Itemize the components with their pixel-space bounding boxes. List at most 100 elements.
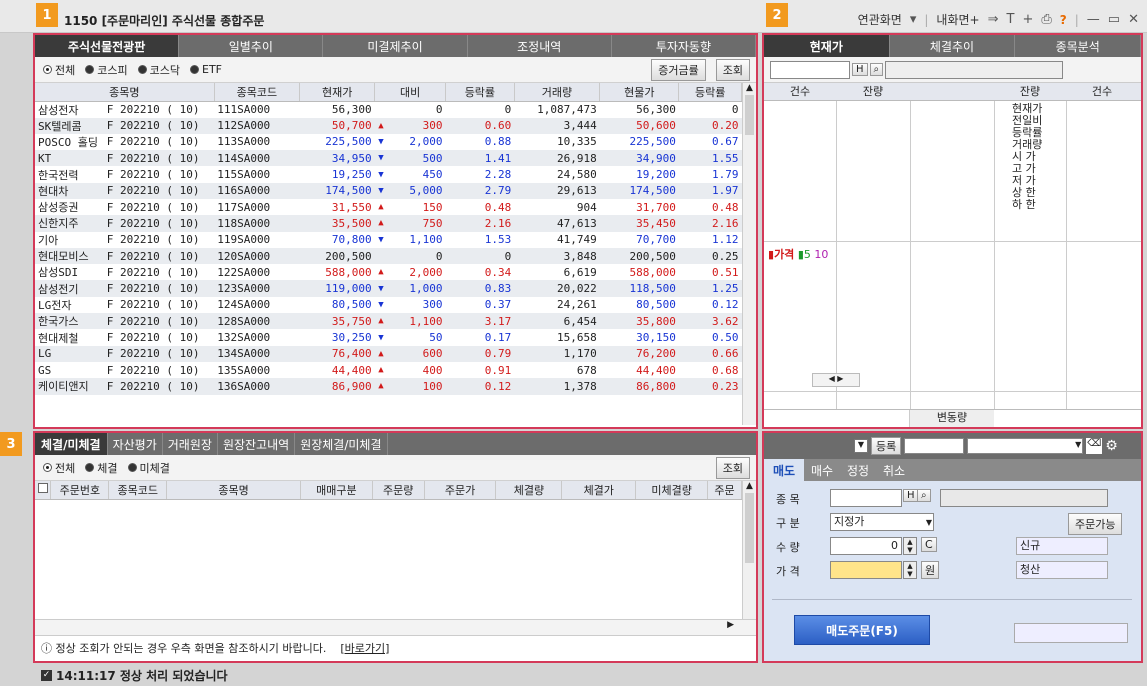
col-header[interactable]: 등락률 <box>445 83 515 102</box>
eraser-icon[interactable]: ⌫ <box>1086 438 1103 454</box>
scroll-up-icon[interactable]: ▲ <box>743 83 756 93</box>
col-header[interactable]: 종목코드 <box>108 481 168 500</box>
radio-all[interactable]: 전체 <box>43 62 75 78</box>
register-button[interactable]: 등록 <box>871 437 902 455</box>
share-icon[interactable]: ⇒ <box>988 12 999 27</box>
stock-code-input[interactable] <box>770 60 850 79</box>
radio-unexecuted[interactable]: 미체결 <box>127 460 170 476</box>
tab-futures-board[interactable]: 주식선물전광판 <box>35 35 180 57</box>
table-row[interactable]: POSCO 홀딩 F 202210 ( 10) 113SA000 225,500 ▼ 2,… <box>35 134 742 150</box>
col-header[interactable]: 주문 <box>707 481 742 500</box>
table-row[interactable]: SK텔레콤 F 202210 ( 10) 112SA000 50,700 ▲ 300 0.6… <box>35 117 742 134</box>
margin-rate-button[interactable]: 증거금률 <box>651 58 706 81</box>
col-header[interactable]: 주문번호 <box>50 481 110 500</box>
tab-adjustments[interactable]: 조정내역 <box>468 35 612 57</box>
col-header[interactable]: 등락률 <box>678 83 742 102</box>
related-screen-menu[interactable]: 연관화면 <box>858 11 902 28</box>
close-icon[interactable]: ✕ <box>1128 12 1139 27</box>
maximize-icon[interactable]: ▭ <box>1108 12 1120 27</box>
col-header[interactable]: 미체결량 <box>635 481 709 500</box>
table-row[interactable]: 현대제철 F 202210 ( 10) 132SA000 30,250 ▼ 50 0.17 1… <box>35 329 742 345</box>
query-button[interactable]: 조회 <box>715 58 750 81</box>
h-scroll-arrows[interactable]: ◀ ▶ <box>812 373 860 387</box>
tab-modify[interactable]: 정정 <box>840 459 876 481</box>
my-screen-button[interactable]: 내화면+ <box>936 11 979 28</box>
table-row[interactable]: GS F 202210 ( 10) 135SA000 44,400 ▲ 400 0.91 67… <box>35 362 742 378</box>
radio-executed[interactable]: 체결 <box>85 460 118 476</box>
table-row[interactable]: 삼성전자 F 202210 ( 10) 111SA000 56,300 0 0 1,087,… <box>35 101 742 118</box>
radio-etf[interactable]: ETF <box>190 63 222 76</box>
help-icon[interactable]: ? <box>1060 13 1067 27</box>
col-header[interactable]: 현물가 <box>599 83 680 102</box>
col-header[interactable]: 종목코드 <box>214 83 301 102</box>
table-row[interactable]: 신한지주 F 202210 ( 10) 118SA000 35,500 ▲ 750 2.16… <box>35 215 742 232</box>
order-stock-input[interactable] <box>830 489 902 507</box>
tab-ledger-balance[interactable]: 원장잔고내역 <box>218 433 296 455</box>
font-icon[interactable]: T <box>1007 12 1015 27</box>
order-available-button[interactable]: 주문가능 <box>1068 513 1123 535</box>
tab-current-price[interactable]: 현재가 <box>764 35 890 57</box>
col-header[interactable]: 현재가 <box>299 83 376 102</box>
price-stepper[interactable]: ▲ ▼ <box>903 561 917 579</box>
table-row[interactable]: 케이티앤지 F 202210 ( 10) 136SA000 86,900 ▲ 100 0.1… <box>35 378 742 395</box>
col-header[interactable]: 체결량 <box>495 481 563 500</box>
quantity-input[interactable]: 0 <box>830 537 902 555</box>
col-header[interactable]: 체결가 <box>561 481 637 500</box>
h-scrollbar[interactable]: ▶ <box>35 619 756 635</box>
search-icon[interactable]: ⌕ <box>917 489 931 502</box>
qty-c-button[interactable]: C <box>921 537 937 552</box>
tab-cancel[interactable]: 취소 <box>876 459 912 481</box>
table-row[interactable]: KT F 202210 ( 10) 114SA000 34,950 ▼ 500 1.41 26… <box>35 150 742 167</box>
tab-daily-trend[interactable]: 일별추이 <box>179 35 324 57</box>
select-all-checkbox[interactable] <box>35 481 52 500</box>
tab-asset-eval[interactable]: 자산평가 <box>108 433 163 455</box>
tab-trade-trend[interactable]: 체결추이 <box>890 35 1016 57</box>
hq-button[interactable]: H <box>852 63 868 76</box>
p3-scrollbar[interactable]: ▲ <box>742 481 756 619</box>
sell-order-button[interactable]: 매도주문(F5) <box>794 615 930 645</box>
table-row[interactable]: LG F 202210 ( 10) 134SA000 76,400 ▲ 600 0.79 1,… <box>35 345 742 362</box>
price-unit-button[interactable]: 원 <box>921 561 940 579</box>
scroll-thumb[interactable] <box>745 95 754 135</box>
search-icon[interactable]: ⌕ <box>869 63 884 76</box>
col-header[interactable]: 매매구분 <box>300 481 373 500</box>
tab-buy[interactable]: 매수 <box>804 459 840 481</box>
tab-ledger-executions[interactable]: 원장체결/미체결 <box>295 433 388 455</box>
minimize-icon[interactable]: — <box>1087 12 1100 27</box>
quantity-stepper[interactable]: ▲ ▼ <box>903 537 917 555</box>
table-row[interactable]: LG전자 F 202210 ( 10) 124SA000 80,500 ▼ 300 0.37… <box>35 297 742 313</box>
gear-icon[interactable]: ⚙ <box>1105 438 1118 454</box>
radio-all[interactable]: 전체 <box>43 460 75 476</box>
account-field[interactable] <box>904 438 965 454</box>
table-row[interactable]: 현대모비스 F 202210 ( 10) 120SA000 200,500 0 0 3,84… <box>35 247 742 265</box>
tab-investor-trend[interactable]: 투자자동향 <box>612 35 757 57</box>
col-header[interactable]: 주문량 <box>372 481 425 500</box>
account-select[interactable]: ▼ <box>967 438 1084 454</box>
table-row[interactable]: 삼성전기 F 202210 ( 10) 123SA000 119,000 ▼ 1,000 0… <box>35 280 742 297</box>
price-n2[interactable]: 10 <box>814 248 828 261</box>
table-row[interactable]: 현대차 F 202210 ( 10) 116SA000 174,500 ▼ 5,000 2.… <box>35 182 742 199</box>
tab-sell[interactable]: 매도 <box>764 459 804 481</box>
price-input[interactable] <box>830 561 902 579</box>
shortcut-link[interactable]: [바로가기] <box>340 640 389 656</box>
table-row[interactable]: 한국전력 F 202210 ( 10) 115SA000 19,250 ▼ 450 2.28… <box>35 166 742 182</box>
scroll-thumb[interactable] <box>745 493 754 563</box>
plus-icon[interactable]: + <box>1022 12 1033 27</box>
col-header[interactable]: 주문가 <box>424 481 497 500</box>
table-row[interactable]: 기아 F 202210 ( 10) 119SA000 70,800 ▼ 1,100 1.53… <box>35 232 742 248</box>
table-row[interactable]: 삼성SDI F 202210 ( 10) 122SA000 588,000 ▲ 2,000… <box>35 264 742 280</box>
order-type-select[interactable]: 지정가 ▼ <box>830 513 934 531</box>
scroll-up-icon[interactable]: ▲ <box>743 481 756 491</box>
tab-executions[interactable]: 체결/미체결 <box>35 433 108 455</box>
col-header[interactable]: 거래량 <box>514 83 601 102</box>
dropdown-arrow-icon[interactable]: ▼ <box>854 439 868 453</box>
col-header[interactable]: 종목명 <box>166 481 301 500</box>
col-header[interactable]: 종목명 <box>35 83 215 102</box>
tab-stock-analysis[interactable]: 종목분석 <box>1015 35 1142 57</box>
print-icon[interactable]: ⎙ <box>1041 12 1051 27</box>
col-header[interactable]: 대비 <box>374 83 446 102</box>
table-row[interactable]: 한국가스 F 202210 ( 10) 128SA000 35,750 ▲ 1,100 3.… <box>35 313 742 330</box>
table-row[interactable]: 삼성증권 F 202210 ( 10) 117SA000 31,550 ▲ 150 0.48… <box>35 199 742 215</box>
radio-kospi[interactable]: 코스피 <box>85 62 128 78</box>
price-n1[interactable]: 5 <box>804 248 811 261</box>
